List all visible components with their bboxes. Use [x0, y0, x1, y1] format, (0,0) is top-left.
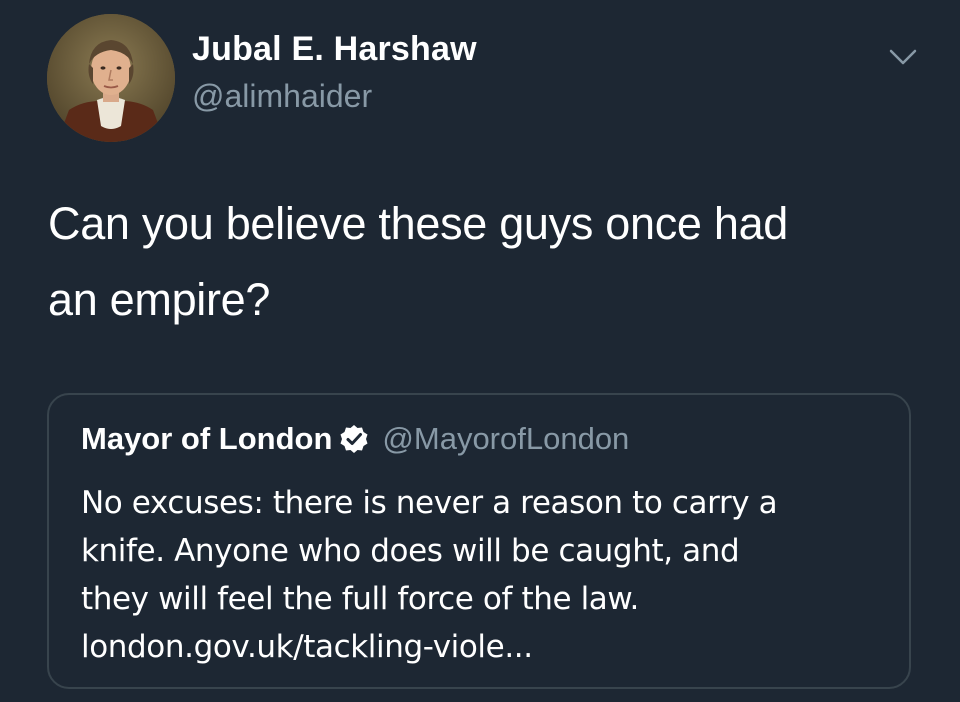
- tweet-menu-button[interactable]: [884, 44, 922, 70]
- tweet-text-line: an empire?: [48, 274, 271, 325]
- quoted-text-line: knife. Anyone who does will be caught, a…: [81, 533, 740, 569]
- portrait-avatar-icon: [47, 14, 175, 142]
- author-display-name[interactable]: Jubal E. Harshaw: [192, 30, 477, 69]
- verified-badge-icon: [338, 423, 370, 455]
- quoted-tweet-card[interactable]: Mayor of London @MayorofLondon No excuse…: [47, 393, 911, 689]
- quoted-link[interactable]: london.gov.uk/tackling-viole...: [81, 623, 901, 671]
- chevron-down-icon: [889, 49, 917, 65]
- author-avatar[interactable]: [47, 14, 175, 142]
- quoted-text-line: No excuses: there is never a reason to c…: [81, 485, 778, 521]
- tweet: Jubal E. Harshaw @alimhaider Can you bel…: [0, 0, 960, 702]
- quoted-tweet-header: Mayor of London @MayorofLondon: [81, 421, 629, 457]
- tweet-text: Can you believe these guys once had an e…: [48, 186, 928, 338]
- quoted-tweet-text: No excuses: there is never a reason to c…: [81, 479, 901, 671]
- quoted-handle: @MayorofLondon: [382, 421, 630, 456]
- author-handle[interactable]: @alimhaider: [192, 78, 372, 115]
- tweet-text-line: Can you believe these guys once had: [48, 198, 789, 249]
- quoted-display-name: Mayor of London: [81, 421, 333, 456]
- quoted-text-line: they will feel the full force of the law…: [81, 581, 639, 617]
